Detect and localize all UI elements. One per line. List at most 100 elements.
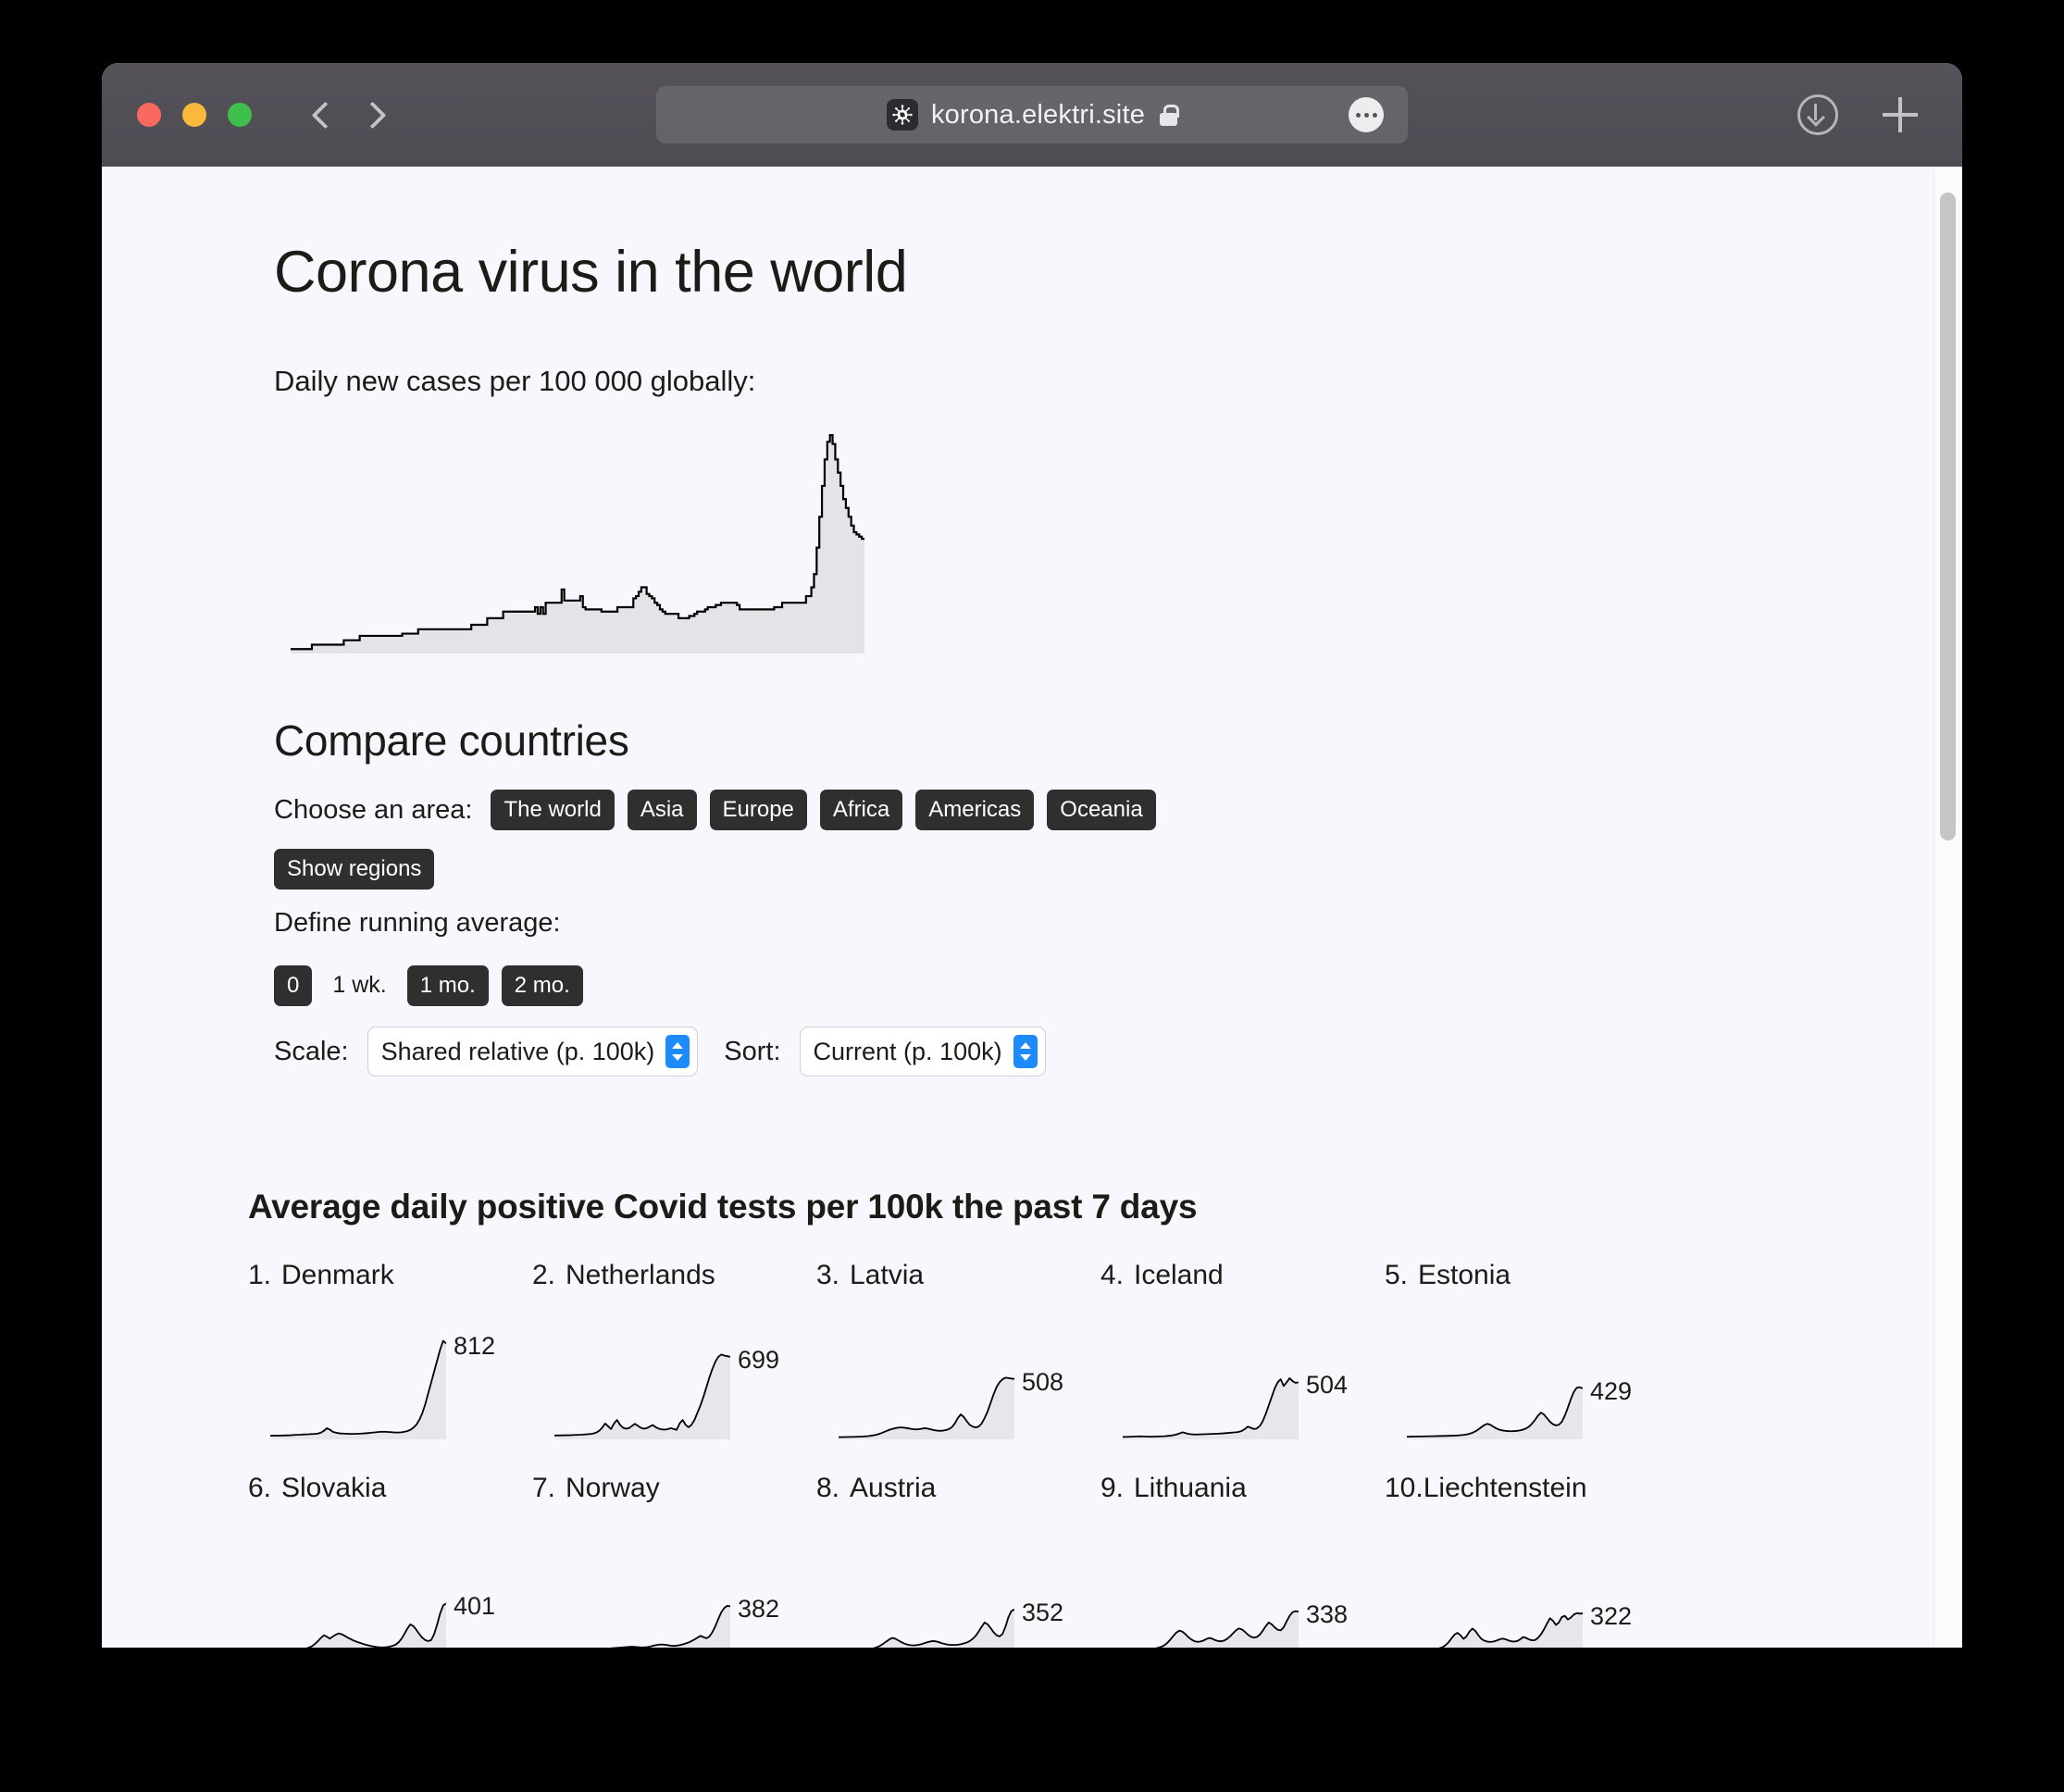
- country-value: 429: [1590, 1377, 1632, 1406]
- country-rank: 6.: [248, 1473, 281, 1504]
- browser-titlebar: korona.elektri.site: [102, 63, 1962, 167]
- page-content: Corona virus in the world Daily new case…: [102, 239, 1962, 1648]
- running-average-label: Define running average:: [274, 908, 561, 939]
- show-regions-button[interactable]: Show regions: [274, 849, 434, 890]
- country-name: Lithuania: [1134, 1473, 1247, 1503]
- country-value: 812: [454, 1332, 495, 1361]
- plus-icon[interactable]: [1883, 97, 1918, 132]
- chevron-updown-icon[interactable]: [1013, 1035, 1038, 1068]
- country-grid-heading: Average daily positive Covid tests per 1…: [248, 1188, 1962, 1226]
- browser-window: korona.elektri.site Corona virus in the …: [102, 63, 1962, 1648]
- page-scrollbar[interactable]: [1933, 167, 1962, 1648]
- country-sparkline: 429: [1407, 1330, 1649, 1450]
- running-average-0[interactable]: 0: [274, 965, 312, 1006]
- page-title: Corona virus in the world: [274, 239, 1962, 305]
- page-viewport: Corona virus in the world Daily new case…: [102, 167, 1962, 1648]
- country-card[interactable]: 5.Estonia 429: [1385, 1260, 1669, 1473]
- scale-select[interactable]: Shared relative (p. 100k): [367, 1027, 699, 1076]
- country-name: Denmark: [281, 1260, 394, 1290]
- country-sparkline: 699: [554, 1330, 797, 1450]
- country-label: 9.Lithuania: [1100, 1473, 1385, 1504]
- more-options-icon[interactable]: [1349, 97, 1384, 132]
- global-cases-sparkline: [291, 422, 1962, 658]
- country-name: Liechtenstein: [1424, 1473, 1587, 1503]
- sort-select[interactable]: Current (p. 100k): [800, 1027, 1046, 1076]
- running-average-buttons: 0 1 wk. 1 mo. 2 mo.: [274, 963, 1962, 1008]
- country-card[interactable]: 1.Denmark 812: [248, 1260, 532, 1473]
- lock-icon: [1160, 105, 1177, 126]
- country-rank: 4.: [1100, 1260, 1134, 1291]
- country-value: 508: [1022, 1368, 1063, 1397]
- country-label: 6.Slovakia: [248, 1473, 532, 1504]
- address-bar-url: korona.elektri.site: [931, 100, 1145, 131]
- running-average-2-mo[interactable]: 2 mo.: [502, 965, 583, 1006]
- country-card[interactable]: 3.Latvia 508: [816, 1260, 1100, 1473]
- scale-select-value: Shared relative (p. 100k): [381, 1038, 655, 1066]
- country-sparkline: 508: [839, 1330, 1081, 1450]
- country-card[interactable]: 10.Liechtenstein 322: [1385, 1473, 1669, 1648]
- country-sparkline: 338: [1123, 1543, 1365, 1648]
- virus-icon: [887, 99, 918, 131]
- scale-label: Scale:: [274, 1037, 349, 1067]
- chevron-right-icon[interactable]: [359, 101, 387, 129]
- area-button-europe[interactable]: Europe: [710, 790, 807, 830]
- country-card[interactable]: 9.Lithuania 338: [1100, 1473, 1385, 1648]
- country-rank: 9.: [1100, 1473, 1134, 1504]
- country-name: Slovakia: [281, 1473, 386, 1503]
- country-rank: 1.: [248, 1260, 281, 1291]
- toolbar-right: [1797, 94, 1918, 135]
- country-rank: 2.: [532, 1260, 566, 1291]
- country-label: 4.Iceland: [1100, 1260, 1385, 1291]
- running-average-1-wk[interactable]: 1 wk.: [325, 963, 393, 1008]
- chevron-left-icon[interactable]: [305, 101, 333, 129]
- country-name: Iceland: [1134, 1260, 1224, 1290]
- country-sparkline: 352: [839, 1543, 1081, 1648]
- country-card[interactable]: 2.Netherlands 699: [532, 1260, 816, 1473]
- country-label: 10.Liechtenstein: [1385, 1473, 1669, 1504]
- country-label: 3.Latvia: [816, 1260, 1100, 1291]
- area-button-africa[interactable]: Africa: [820, 790, 902, 830]
- area-button-americas[interactable]: Americas: [915, 790, 1034, 830]
- country-sparkline-grid: 1.Denmark 812 2.Netherlands 699 3.Latvia 508 4…: [248, 1260, 1962, 1648]
- country-value: 322: [1590, 1602, 1632, 1631]
- sort-label: Sort:: [724, 1037, 780, 1067]
- area-button-asia[interactable]: Asia: [628, 790, 697, 830]
- country-label: 7.Norway: [532, 1473, 816, 1504]
- global-chart-subtitle: Daily new cases per 100 000 globally:: [274, 365, 1962, 398]
- country-sparkline: 322: [1407, 1543, 1649, 1648]
- area-button-the-world[interactable]: The world: [491, 790, 614, 830]
- country-rank: 10.: [1385, 1473, 1424, 1504]
- country-value: 352: [1022, 1599, 1063, 1627]
- country-card[interactable]: 7.Norway 382: [532, 1473, 816, 1648]
- country-value: 401: [454, 1592, 495, 1621]
- area-selector-row: Choose an area: The world Asia Europe Af…: [274, 790, 1962, 830]
- country-card[interactable]: 8.Austria352: [816, 1473, 1100, 1648]
- zoom-window-button[interactable]: [228, 103, 252, 127]
- country-label: 5.Estonia: [1385, 1260, 1669, 1291]
- country-name: Latvia: [850, 1260, 924, 1290]
- country-rank: 5.: [1385, 1260, 1418, 1291]
- country-card[interactable]: 4.Iceland 504: [1100, 1260, 1385, 1473]
- window-controls: [137, 103, 252, 127]
- chevron-updown-icon[interactable]: [665, 1035, 690, 1068]
- country-sparkline: 401: [270, 1543, 513, 1648]
- country-name: Netherlands: [566, 1260, 715, 1290]
- country-sparkline: 504: [1123, 1330, 1365, 1450]
- address-bar[interactable]: korona.elektri.site: [656, 86, 1408, 143]
- close-window-button[interactable]: [137, 103, 161, 127]
- area-button-oceania[interactable]: Oceania: [1047, 790, 1155, 830]
- country-card[interactable]: 6.Slovakia 401: [248, 1473, 532, 1648]
- country-sparkline: 812: [270, 1330, 513, 1450]
- country-value: 504: [1306, 1371, 1348, 1400]
- scrollbar-thumb[interactable]: [1940, 193, 1956, 840]
- download-icon[interactable]: [1797, 94, 1838, 135]
- running-average-1-mo[interactable]: 1 mo.: [407, 965, 489, 1006]
- country-name: Austria: [850, 1473, 936, 1503]
- country-value: 699: [738, 1346, 779, 1375]
- country-value: 382: [738, 1595, 779, 1624]
- compare-countries-heading: Compare countries: [274, 716, 1962, 765]
- scale-sort-row: Scale: Shared relative (p. 100k) Sort: C…: [274, 1027, 1962, 1076]
- country-value: 338: [1306, 1600, 1348, 1629]
- minimize-window-button[interactable]: [182, 103, 206, 127]
- choose-area-label: Choose an area:: [274, 795, 472, 826]
